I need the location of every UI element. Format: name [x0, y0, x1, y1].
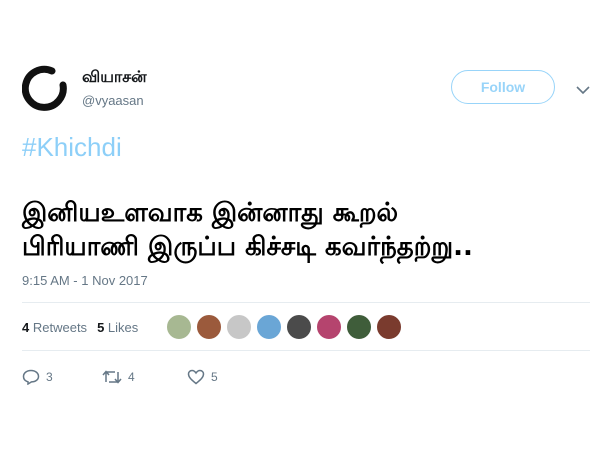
- likes-count: 5: [97, 320, 105, 335]
- liker-avatar[interactable]: [256, 314, 282, 340]
- like-count: 5: [211, 370, 218, 384]
- user-handle[interactable]: @vyaasan: [82, 93, 144, 108]
- avatar[interactable]: [22, 65, 70, 113]
- retweets-stat[interactable]: 4 Retweets: [22, 320, 87, 335]
- likes-stat[interactable]: 5 Likes: [97, 320, 138, 335]
- like-button[interactable]: 5: [187, 369, 218, 385]
- tweet-actions: 3 4 5: [22, 369, 218, 385]
- reply-count: 3: [46, 370, 53, 384]
- liker-avatar[interactable]: [196, 314, 222, 340]
- liker-avatar[interactable]: [376, 314, 402, 340]
- liker-avatars: [166, 314, 402, 340]
- tweet-stats: 4 Retweets 5 Likes: [22, 320, 138, 335]
- liker-avatar[interactable]: [316, 314, 342, 340]
- divider: [22, 350, 590, 351]
- divider: [22, 302, 590, 303]
- follow-button[interactable]: Follow: [451, 70, 555, 104]
- retweet-button[interactable]: 4: [102, 369, 187, 385]
- tweet-timestamp[interactable]: 9:15 AM - 1 Nov 2017: [22, 273, 148, 288]
- retweet-count: 4: [128, 370, 135, 384]
- retweets-label: Retweets: [32, 320, 88, 335]
- tweet-text-line-2: பிரியாணி இருப்ப கிச்சடி கவர்ந்தற்று..: [22, 232, 473, 262]
- hashtag-link[interactable]: #Khichdi: [22, 132, 122, 163]
- liker-avatar[interactable]: [166, 314, 192, 340]
- liker-avatar[interactable]: [346, 314, 372, 340]
- heart-icon: [187, 369, 205, 385]
- retweets-count: 4: [22, 320, 30, 335]
- reply-button[interactable]: 3: [22, 369, 102, 385]
- enso-circle-icon: [22, 65, 67, 111]
- tweet-text-line-1: இனியஉளவாக இன்னாது கூறல்: [22, 198, 399, 228]
- likes-label: Likes: [107, 320, 139, 335]
- chevron-down-icon[interactable]: [576, 80, 590, 95]
- display-name[interactable]: வியாசன்: [82, 67, 147, 88]
- tweet-text: இனியஉளவாக இன்னாது கூறல் பிரியாணி இருப்ப …: [22, 196, 592, 264]
- liker-avatar[interactable]: [286, 314, 312, 340]
- reply-icon: [22, 369, 40, 385]
- liker-avatar[interactable]: [226, 314, 252, 340]
- retweet-icon: [102, 370, 122, 384]
